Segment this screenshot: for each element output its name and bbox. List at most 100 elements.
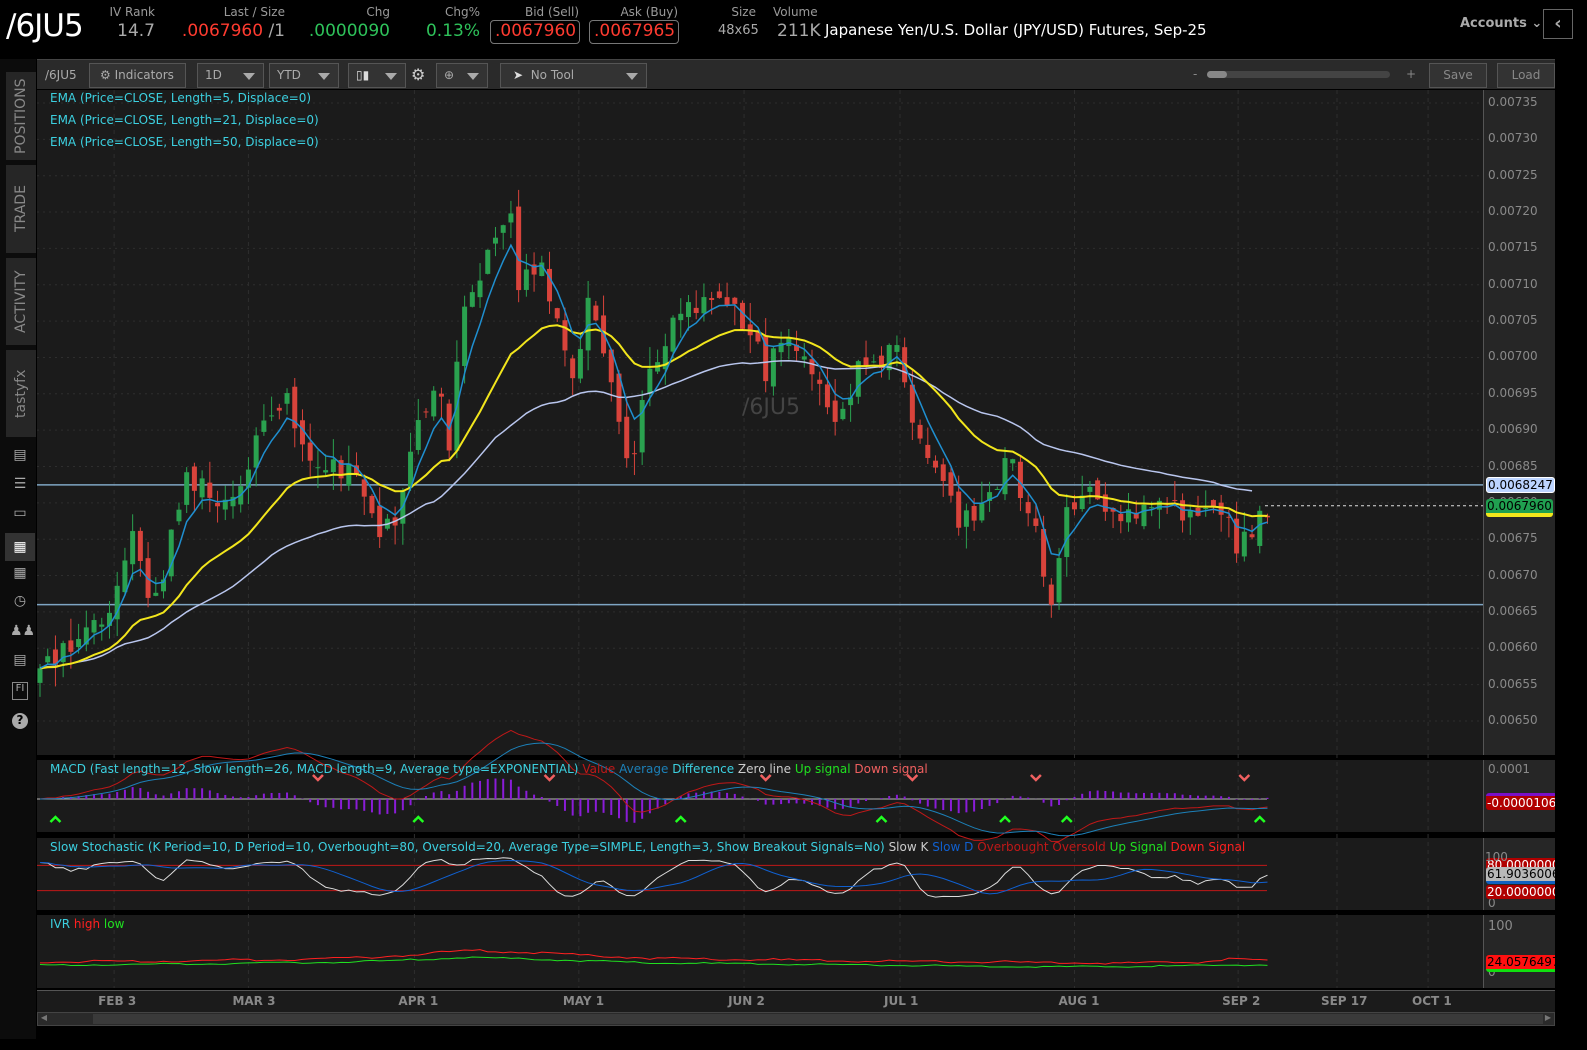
candle-body	[45, 656, 50, 662]
candle-body	[1203, 508, 1208, 509]
ivr-legend[interactable]: IVR high low	[50, 917, 124, 931]
macd-up-signal-icon	[876, 817, 886, 822]
candle-body	[717, 291, 722, 297]
candle-body	[578, 349, 583, 378]
candle-body	[138, 531, 143, 561]
candle-body	[323, 470, 328, 472]
macd-up-signal-icon	[1062, 817, 1072, 822]
candle-body	[200, 478, 205, 497]
candle-body	[647, 369, 652, 394]
candle-body	[485, 250, 490, 274]
scrollbar-thumb[interactable]	[93, 1014, 1543, 1024]
stoch-os-label: Oversold	[1052, 840, 1105, 854]
candle-body	[1250, 534, 1255, 537]
ema5-legend[interactable]: EMA (Price=CLOSE, Length=5, Displace=0)	[50, 91, 311, 105]
candle-body	[508, 213, 513, 222]
candle-body	[1188, 511, 1193, 518]
candle-body	[68, 640, 73, 651]
candle-body	[833, 401, 838, 422]
macd-up-label: Up signal	[795, 762, 851, 776]
candle-body	[377, 506, 382, 537]
scroll-right-icon[interactable]: ▶	[1542, 1013, 1554, 1025]
ema21-legend[interactable]: EMA (Price=CLOSE, Length=21, Displace=0)	[50, 113, 319, 127]
candle-body	[416, 420, 421, 450]
candle-body	[1087, 487, 1092, 492]
candle-body	[38, 668, 43, 683]
stoch-down-label: Down Signal	[1171, 840, 1246, 854]
candle-body	[439, 394, 444, 397]
candle-body	[562, 320, 567, 350]
candle-body	[462, 307, 467, 366]
stoch-title: Slow Stochastic (K Period=10, D Period=1…	[50, 840, 885, 854]
candle-body	[894, 345, 899, 352]
candle-body	[701, 297, 706, 313]
ivr-low-label: low	[104, 917, 125, 931]
macd-zero-label: Zero line	[738, 762, 791, 776]
macd-down-signal-icon	[1031, 775, 1041, 780]
candle-body	[740, 303, 745, 329]
macd-value-line	[40, 730, 1267, 841]
candle-body	[732, 298, 737, 304]
candle-body	[918, 425, 923, 439]
watermark: /6JU5	[742, 395, 800, 420]
macd-average-label: Average	[619, 762, 668, 776]
candle-body	[1242, 532, 1247, 557]
candle-body	[184, 472, 189, 505]
candle-body	[1064, 507, 1069, 557]
candle-body	[686, 302, 691, 317]
candle-body	[1172, 500, 1177, 501]
candle-body	[570, 358, 575, 378]
date-tick-label: MAR 3	[232, 994, 275, 1008]
date-tick-label: MAY 1	[563, 994, 604, 1008]
candle-body	[277, 408, 282, 411]
candle-body	[261, 421, 266, 432]
candle-body	[1141, 505, 1146, 526]
macd-down-signal-icon	[1239, 775, 1249, 780]
stoch-d-label: Slow D	[932, 840, 973, 854]
candle-body	[825, 384, 830, 407]
macd-up-signal-icon	[413, 817, 423, 822]
macd-average-line	[40, 743, 1267, 836]
candle-body	[956, 492, 961, 528]
candle-body	[725, 297, 730, 305]
stoch-legend[interactable]: Slow Stochastic (K Period=10, D Period=1…	[50, 840, 1245, 854]
candle-body	[810, 359, 815, 374]
candle-body	[802, 356, 807, 359]
candle-body	[555, 308, 560, 318]
macd-difference-label: Difference	[672, 762, 734, 776]
date-tick-label: AUG 1	[1058, 994, 1099, 1008]
candle-body	[771, 348, 776, 386]
ema50-legend[interactable]: EMA (Price=CLOSE, Length=50, Displace=0)	[50, 135, 319, 149]
candle-body	[694, 308, 699, 313]
candle-body	[99, 625, 104, 627]
candle-body	[493, 238, 498, 244]
ivr-high-line	[40, 950, 1267, 965]
horizontal-scrollbar[interactable]: ◀ ▶	[37, 1012, 1555, 1026]
ivr-high-label: high	[74, 917, 100, 931]
candle-body	[1149, 507, 1154, 508]
candle-body	[308, 443, 313, 461]
candle-body	[269, 415, 274, 416]
candle-body	[1211, 500, 1216, 506]
candle-body	[624, 417, 629, 458]
candle-body	[501, 225, 506, 233]
candle-body	[840, 409, 845, 419]
date-tick-label: JUL 1	[884, 994, 918, 1008]
candle-body	[1057, 558, 1062, 602]
candle-body	[176, 510, 181, 522]
scroll-left-icon[interactable]: ◀	[38, 1013, 50, 1025]
candle-body	[671, 318, 676, 352]
stoch-ob-label: Overbought	[977, 840, 1048, 854]
macd-legend[interactable]: MACD (Fast length=12, Slow length=26, MA…	[50, 762, 928, 776]
candle-body	[76, 639, 81, 647]
stoch-up-label: Up Signal	[1110, 840, 1167, 854]
candle-body	[369, 496, 374, 513]
candle-body	[192, 466, 197, 490]
candle-body	[678, 314, 683, 320]
candle-body	[632, 453, 637, 454]
candle-body	[207, 483, 212, 498]
macd-up-signal-icon	[1000, 817, 1010, 822]
candle-body	[995, 489, 1000, 490]
candle-body	[431, 391, 436, 417]
date-tick-label: SEP 17	[1321, 994, 1368, 1008]
